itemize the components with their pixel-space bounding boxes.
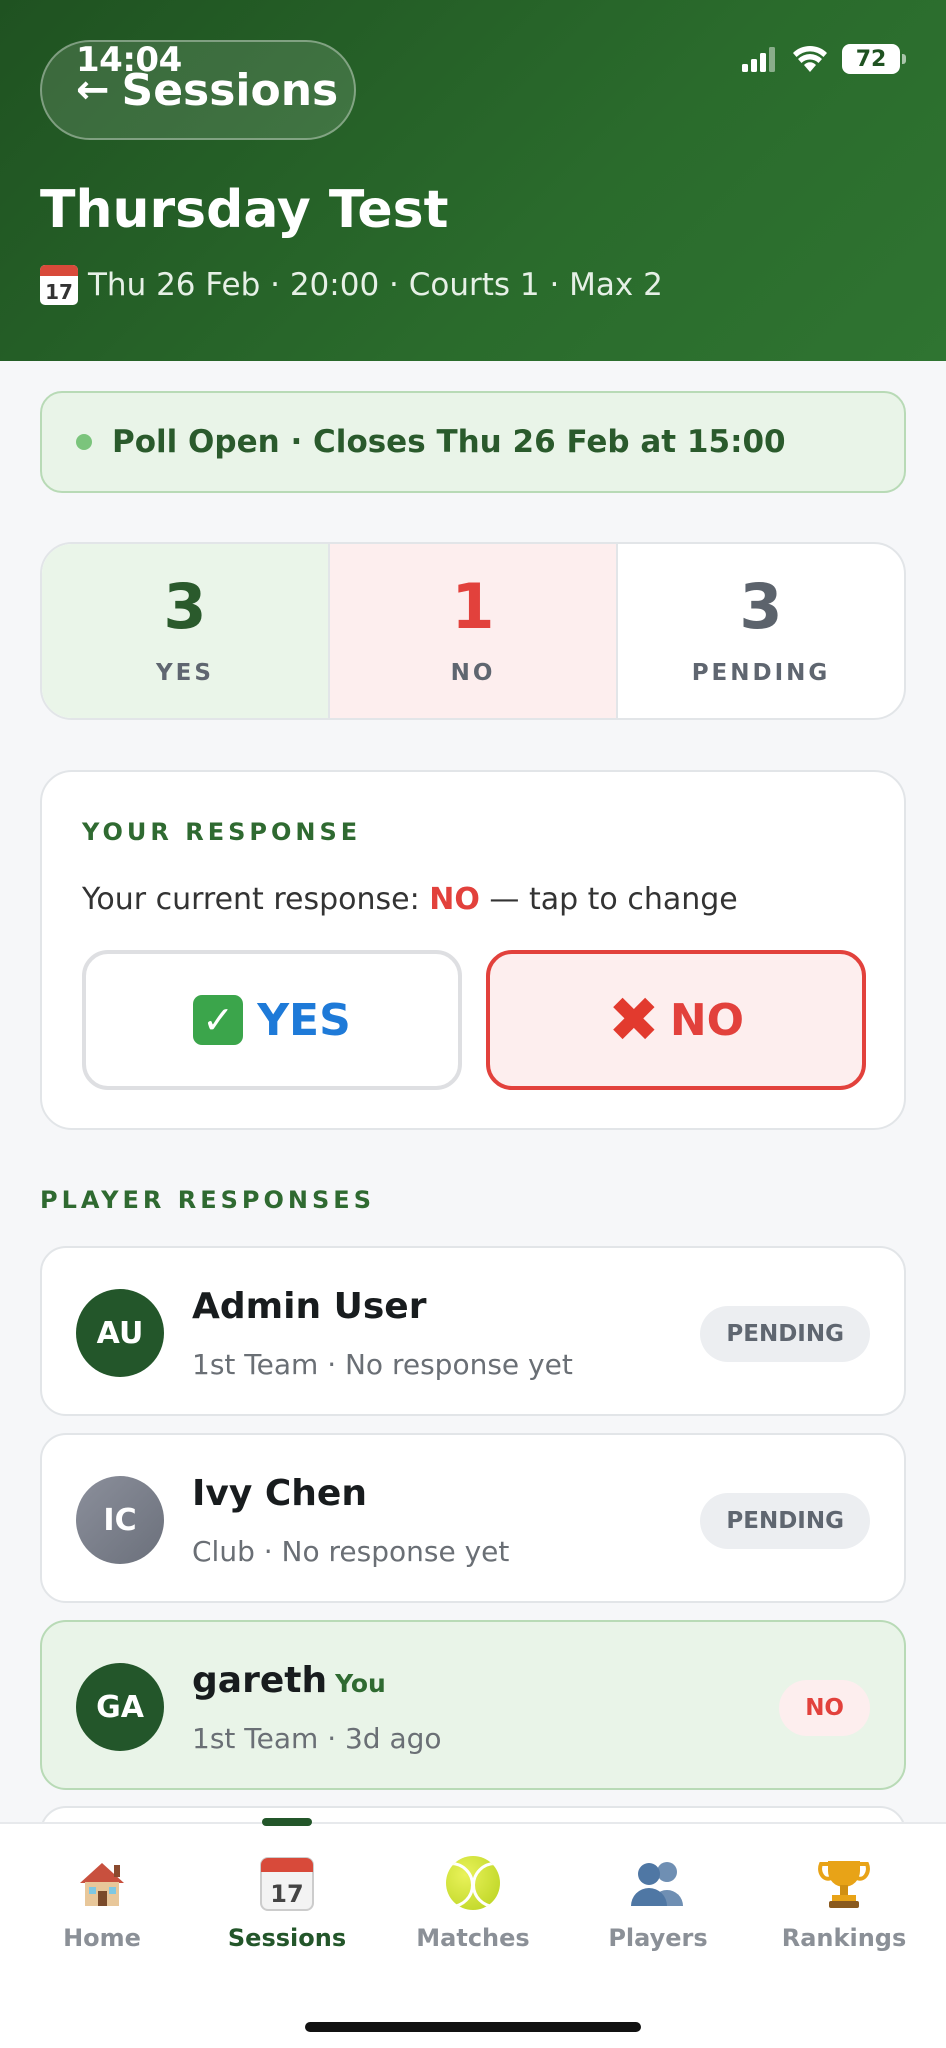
current-response-prefix: Your current response: [82,882,430,917]
status-badge: PENDING [700,1306,870,1362]
player-row[interactable]: IC Ivy Chen Club · No response yet PENDI… [40,1433,906,1603]
count-yes-label: YES [156,660,214,686]
avatar: GA [76,1663,164,1751]
check-mark-icon: ✓ [193,995,244,1045]
nav-rankings[interactable]: Rankings [764,1852,924,1952]
avatar: AU [76,1289,164,1377]
house-icon [74,1852,130,1914]
response-counts: 3 YES 1 NO 3 PENDING [40,542,906,720]
nav-home-label: Home [63,1924,141,1952]
nav-players[interactable]: Players [578,1852,738,1952]
status-badge: PENDING [700,1493,870,1549]
people-icon [629,1852,687,1914]
status-bar: 14:04 72 [0,40,946,84]
wifi-icon [793,45,827,72]
bottom-nav: Home 17 Sessions Matches Players Ranking… [0,1818,946,2048]
player-name: Admin User [192,1286,427,1327]
nav-sessions[interactable]: 17 Sessions [207,1852,367,1952]
current-response-value: NO [429,882,480,917]
nav-matches-label: Matches [416,1924,530,1952]
respond-no-button[interactable]: ✖ NO [486,950,866,1090]
count-no-value: 1 [451,570,495,643]
nav-sessions-label: Sessions [227,1924,347,1952]
cross-mark-icon: ✖ [607,983,660,1056]
you-tag: You [335,1669,386,1698]
player-responses-heading: PLAYER RESPONSES [40,1186,375,1214]
session-meta-text: Thu 26 Feb · 20:00 · Courts 1 · Max 2 [88,267,663,303]
session-meta: 17 Thu 26 Feb · 20:00 · Courts 1 · Max 2 [40,265,663,305]
count-pending-label: PENDING [691,660,831,686]
status-time: 14:04 [76,40,182,80]
signal-icon [742,47,775,72]
calendar-icon: 17 [259,1852,315,1914]
nav-rankings-label: Rankings [781,1924,907,1952]
count-yes: 3 YES [42,544,328,718]
active-tab-indicator [262,1818,312,1826]
player-name: gareth You [192,1660,386,1701]
respond-no-label: NO [669,994,745,1046]
status-dot-icon [76,434,92,450]
count-pending-value: 3 [739,570,783,643]
status-icons: 72 [742,44,906,74]
player-row-current-user[interactable]: GA gareth You 1st Team · 3d ago NO [40,1620,906,1790]
svg-text:17: 17 [270,1880,303,1908]
player-name-text: gareth [192,1660,328,1701]
trophy-icon [818,1852,870,1914]
respond-yes-label: YES [257,994,351,1046]
count-no: 1 NO [328,544,616,718]
nav-home[interactable]: Home [22,1852,182,1952]
nav-matches[interactable]: Matches [393,1852,553,1952]
calendar-icon: 17 [40,265,78,305]
count-no-label: NO [450,660,496,686]
current-response-suffix: — tap to change [479,882,738,917]
poll-status-banner: Poll Open · Closes Thu 26 Feb at 15:00 [40,391,906,493]
current-response-text: Your current response: NO — tap to chang… [82,882,738,917]
respond-yes-button[interactable]: ✓ YES [82,950,462,1090]
player-name: Ivy Chen [192,1473,367,1514]
player-subtitle: Club · No response yet [192,1535,510,1568]
your-response-heading: YOUR RESPONSE [82,818,362,846]
your-response-card: YOUR RESPONSE Your current response: NO … [40,770,906,1130]
session-title: Thursday Test [40,180,449,240]
nav-players-label: Players [608,1924,708,1952]
avatar: IC [76,1476,164,1564]
battery-icon: 72 [842,44,906,74]
session-header: ← Sessions 14:04 72 Thursday Test 17 Thu… [0,0,946,361]
count-yes-value: 3 [163,570,207,643]
battery-level: 72 [855,46,887,72]
home-indicator[interactable] [305,2022,641,2032]
poll-status-text: Poll Open · Closes Thu 26 Feb at 15:00 [112,424,786,460]
player-subtitle: 1st Team · No response yet [192,1348,573,1381]
player-subtitle: 1st Team · 3d ago [192,1722,442,1755]
player-row[interactable]: AU Admin User 1st Team · No response yet… [40,1246,906,1416]
status-badge: NO [779,1680,870,1736]
count-pending: 3 PENDING [616,544,904,718]
tennis-ball-icon [446,1852,500,1914]
